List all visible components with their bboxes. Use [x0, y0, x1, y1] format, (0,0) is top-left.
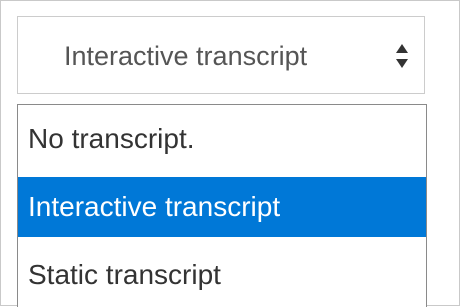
transcript-options-list: No transcript. Interactive transcript St…	[17, 104, 427, 307]
option-interactive-transcript[interactable]: Interactive transcript	[18, 177, 426, 237]
option-static-transcript[interactable]: Static transcript	[18, 245, 426, 305]
transcript-select-panel: Interactive transcript No transcript. In…	[0, 0, 460, 307]
transcript-select-value: Interactive transcript	[64, 41, 308, 71]
option-no-transcript[interactable]: No transcript.	[18, 109, 426, 169]
transcript-select[interactable]: Interactive transcript	[17, 16, 425, 94]
sort-updown-icon	[396, 44, 408, 68]
